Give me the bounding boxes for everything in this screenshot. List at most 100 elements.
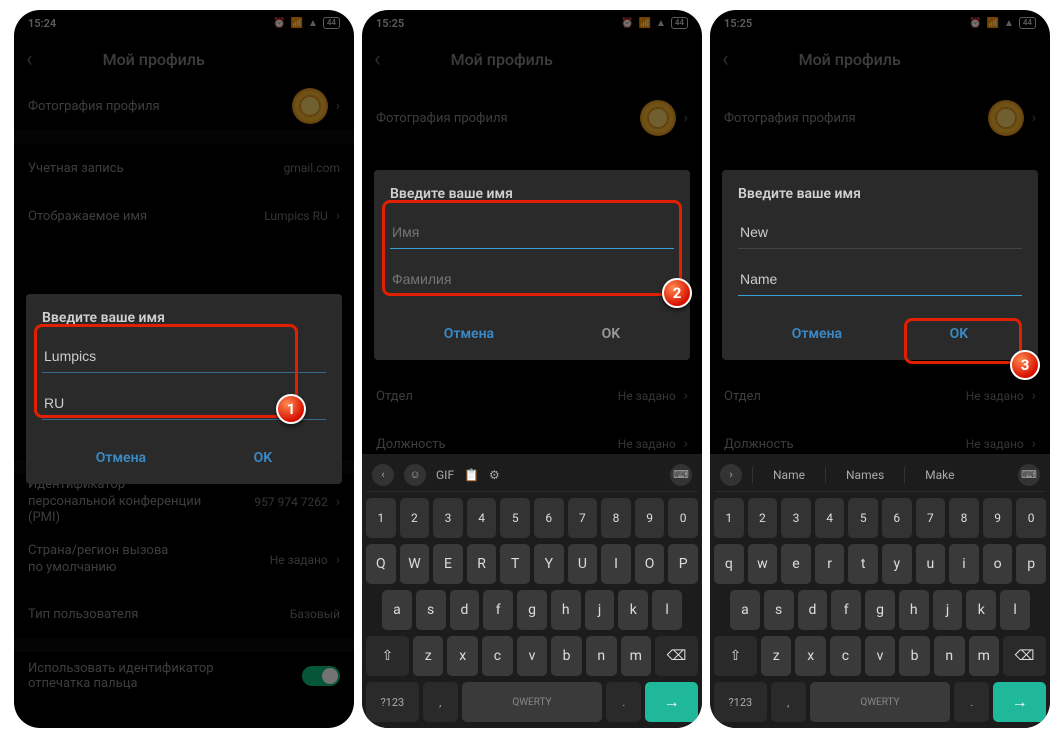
key[interactable]: 5	[500, 498, 530, 538]
key[interactable]: W	[400, 544, 430, 584]
key[interactable]: k	[618, 590, 648, 630]
key[interactable]: 7	[916, 498, 946, 538]
key[interactable]: 2	[748, 498, 778, 538]
key[interactable]: m	[621, 636, 652, 676]
key[interactable]: d	[798, 590, 828, 630]
key[interactable]: a	[730, 590, 760, 630]
suggestion[interactable]: Names	[836, 468, 894, 482]
key[interactable]: 0	[1016, 498, 1046, 538]
backspace-key[interactable]: ⌫	[655, 636, 698, 676]
keyboard-icon[interactable]: ⌨	[1018, 464, 1040, 486]
key[interactable]: m	[969, 636, 1000, 676]
key[interactable]: w	[748, 544, 778, 584]
shift-key[interactable]: ⇧	[366, 636, 409, 676]
symbols-key[interactable]: ?123	[366, 682, 419, 722]
comma-key[interactable]: ,	[771, 682, 806, 722]
cancel-button[interactable]: Отмена	[772, 316, 862, 352]
key[interactable]: 1	[714, 498, 744, 538]
ok-button[interactable]: OK	[234, 440, 293, 476]
key[interactable]: s	[416, 590, 446, 630]
row-fingerprint[interactable]: Использовать идентификатор отпечатка пал…	[14, 652, 354, 700]
last-name-input[interactable]	[738, 263, 1022, 296]
expand-icon[interactable]: ›	[720, 464, 742, 486]
key[interactable]: o	[983, 544, 1013, 584]
settings-icon[interactable]: ⚙	[489, 468, 500, 482]
key[interactable]: 5	[848, 498, 878, 538]
key[interactable]: h	[551, 590, 581, 630]
key[interactable]: x	[447, 636, 478, 676]
row-department[interactable]: Отдел Не задано›	[362, 372, 702, 420]
key[interactable]: 8	[601, 498, 631, 538]
key[interactable]: 4	[467, 498, 497, 538]
key[interactable]: t	[848, 544, 878, 584]
key[interactable]: 7	[568, 498, 598, 538]
key[interactable]: h	[899, 590, 929, 630]
enter-key[interactable]: →	[645, 682, 698, 722]
keyboard[interactable]: › Name Names Make ⌨ 1234567890 qwertyuio…	[710, 454, 1050, 728]
collapse-icon[interactable]: ‹	[372, 464, 394, 486]
keyboard[interactable]: ‹ ☺ GIF 📋 ⚙ ⌨ 1234567890 QWERTYUIOP asdf…	[362, 454, 702, 728]
key[interactable]: l	[1000, 590, 1030, 630]
key[interactable]: r	[815, 544, 845, 584]
key[interactable]: T	[500, 544, 530, 584]
shift-key[interactable]: ⇧	[714, 636, 757, 676]
key[interactable]: v	[517, 636, 548, 676]
ok-button[interactable]: OK	[930, 316, 989, 352]
last-name-input[interactable]	[390, 263, 674, 296]
period-key[interactable]: .	[954, 682, 989, 722]
row-display-name[interactable]: Отображаемое имя Lumpics RU›	[14, 192, 354, 240]
key[interactable]: d	[450, 590, 480, 630]
key[interactable]: Y	[534, 544, 564, 584]
key[interactable]: g	[517, 590, 547, 630]
key[interactable]: 9	[983, 498, 1013, 538]
key[interactable]: 6	[534, 498, 564, 538]
key[interactable]: b	[551, 636, 582, 676]
comma-key[interactable]: ,	[423, 682, 458, 722]
toggle-switch[interactable]	[302, 666, 340, 686]
row-department[interactable]: Отдел Не задано›	[710, 372, 1050, 420]
key[interactable]: c	[830, 636, 861, 676]
key[interactable]: b	[899, 636, 930, 676]
key[interactable]: p	[1016, 544, 1046, 584]
key[interactable]: z	[413, 636, 444, 676]
cancel-button[interactable]: Отмена	[424, 316, 514, 352]
row-profile-photo[interactable]: Фотография профиля ›	[362, 82, 702, 154]
key[interactable]: n	[934, 636, 965, 676]
key[interactable]: 4	[815, 498, 845, 538]
key[interactable]: u	[916, 544, 946, 584]
key[interactable]: x	[795, 636, 826, 676]
key[interactable]: s	[764, 590, 794, 630]
key[interactable]: k	[966, 590, 996, 630]
first-name-input[interactable]	[738, 216, 1022, 249]
key[interactable]: 3	[781, 498, 811, 538]
key[interactable]: 0	[668, 498, 698, 538]
row-profile-photo[interactable]: Фотография профиля ›	[14, 82, 354, 130]
key[interactable]: I	[601, 544, 631, 584]
key[interactable]: y	[882, 544, 912, 584]
key[interactable]: f	[831, 590, 861, 630]
row-account[interactable]: Учетная запись gmail.com	[14, 144, 354, 192]
back-icon[interactable]: ‹	[26, 47, 33, 72]
back-icon[interactable]: ‹	[722, 47, 729, 72]
key[interactable]: c	[482, 636, 513, 676]
space-key[interactable]: QWERTY	[462, 682, 602, 722]
back-icon[interactable]: ‹	[374, 47, 381, 72]
clipboard-icon[interactable]: 📋	[464, 468, 479, 482]
row-profile-photo[interactable]: Фотография профиля ›	[710, 82, 1050, 154]
first-name-input[interactable]	[390, 216, 674, 249]
key[interactable]: 8	[949, 498, 979, 538]
suggestion[interactable]: Name	[763, 468, 815, 482]
gif-icon[interactable]: GIF	[436, 468, 454, 482]
key[interactable]: l	[652, 590, 682, 630]
key[interactable]: z	[761, 636, 792, 676]
key[interactable]: n	[586, 636, 617, 676]
key[interactable]: 2	[400, 498, 430, 538]
key[interactable]: j	[933, 590, 963, 630]
symbols-key[interactable]: ?123	[714, 682, 767, 722]
suggestion[interactable]: Make	[915, 468, 964, 482]
cancel-button[interactable]: Отмена	[76, 440, 166, 476]
key[interactable]: g	[865, 590, 895, 630]
key[interactable]: Q	[366, 544, 396, 584]
key[interactable]: 6	[882, 498, 912, 538]
key[interactable]: 3	[433, 498, 463, 538]
